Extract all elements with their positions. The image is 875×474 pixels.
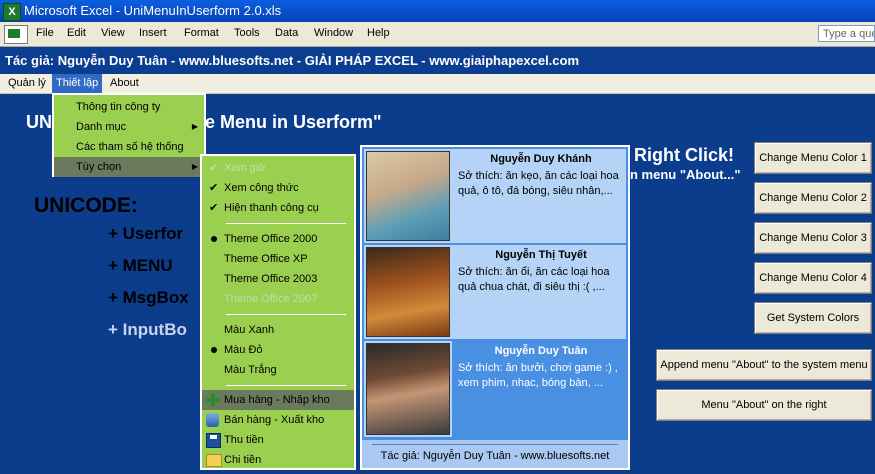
person-card-selected[interactable]: Nguyễn Duy Tuân Sở thích: ăn bưởi, chơi …: [364, 341, 626, 437]
excel-menubar: File Edit View Insert Format Tools Data …: [0, 22, 875, 47]
window-titlebar: X Microsoft Excel - UniMenuInUserform 2.…: [0, 0, 875, 22]
list-item-menu: + MENU: [108, 256, 173, 275]
change-color-1-button[interactable]: Change Menu Color 1: [754, 142, 872, 174]
author-bar: Tác giả: Nguyễn Duy Tuân - www.bluesofts…: [0, 47, 875, 77]
menu-item-catalog[interactable]: Danh mục ▶: [54, 117, 204, 137]
person-photo-tuan: [366, 343, 450, 435]
menu-item-xem-gio[interactable]: ✔ Xem giờ: [202, 158, 354, 178]
excel-app-icon[interactable]: X: [3, 3, 21, 21]
radio-dot-icon: [211, 347, 217, 353]
uf-menu-about[interactable]: About: [106, 74, 143, 93]
menu-item-theme-2000[interactable]: Theme Office 2000: [202, 229, 354, 249]
list-item-userform: + Userfor: [108, 224, 184, 243]
about-right-button[interactable]: Menu "About" on the right: [656, 389, 872, 421]
uf-menu-quanly[interactable]: Quản lý: [4, 74, 50, 93]
check-icon: ✔: [209, 202, 219, 214]
radio-dot-icon: [211, 236, 217, 242]
right-click-subtitle: n menu "About...": [630, 167, 741, 182]
person-hobby: Sở thích: ăn ổi, ăn các loại hoa quả chu…: [458, 266, 610, 293]
person-hobby: Sở thích: ăn bưởi, chơi game :) , xem ph…: [458, 362, 618, 389]
menu-separator: [226, 314, 346, 315]
menu-file[interactable]: File: [36, 27, 54, 39]
person-photo-tuyet: [366, 247, 450, 337]
menu-item-options[interactable]: Tùy chọn ▶: [54, 157, 204, 177]
submenu-arrow-icon: ▶: [191, 162, 198, 171]
database-icon: [206, 413, 219, 427]
menu-window[interactable]: Window: [314, 27, 353, 39]
menu-item-chi-tien[interactable]: Chi tiền: [202, 450, 354, 470]
menu-item-mau-trang[interactable]: Màu Trắng: [202, 360, 354, 380]
menu-help[interactable]: Help: [367, 27, 390, 39]
thietlap-dropdown: Thông tin công ty Danh mục ▶ Các tham số …: [52, 93, 206, 177]
change-color-2-button[interactable]: Change Menu Color 2: [754, 182, 872, 214]
get-system-colors-button[interactable]: Get System Colors: [754, 302, 872, 334]
menu-item-thu-tien[interactable]: Thu tiền: [202, 430, 354, 450]
append-about-button[interactable]: Append menu "About" to the system menu: [656, 349, 872, 381]
list-item-msgbox: + MsgBox: [108, 288, 189, 307]
check-icon: ✔: [209, 182, 219, 194]
userform-menubar: Quản lý Thiết lập About: [0, 74, 875, 94]
menu-view[interactable]: View: [101, 27, 125, 39]
menu-item-ban-hang[interactable]: Bán hàng - Xuất kho: [202, 410, 354, 430]
options-submenu: ✔ Xem giờ ✔ Xem công thức ✔ Hiện thanh công…: [200, 154, 356, 470]
menu-item-theme-2007[interactable]: Theme Office 2007: [202, 289, 354, 309]
person-hobby: Sở thích: ăn kẹo, ăn các loại hoa quả, ô…: [458, 170, 619, 197]
heading-right: e Menu in Userform": [205, 112, 382, 132]
person-card[interactable]: Nguyễn Thị Tuyết Sở thích: ăn ổi, ăn các…: [364, 245, 626, 339]
right-click-title: Right Click!: [634, 145, 735, 165]
menu-item-company-info[interactable]: Thông tin công ty: [54, 97, 204, 117]
workbook-icon[interactable]: [4, 25, 28, 44]
menu-edit[interactable]: Edit: [67, 27, 86, 39]
menu-format[interactable]: Format: [184, 27, 219, 39]
menu-tools[interactable]: Tools: [234, 27, 260, 39]
folder-icon: [206, 454, 222, 467]
person-photo-khanh: [366, 151, 450, 241]
uf-menu-thietlap[interactable]: Thiết lập: [52, 74, 103, 93]
menu-separator: [226, 385, 346, 386]
help-search-input[interactable]: Type a que: [818, 25, 875, 42]
list-item-inputbox: + InputBo: [108, 320, 187, 339]
save-icon: [206, 433, 221, 448]
unicode-label: UNICODE:: [34, 194, 138, 217]
author-text: Tác giả: Nguyễn Duy Tuân - www.bluesofts…: [5, 53, 580, 68]
menu-separator: [226, 223, 346, 224]
menu-item-system-params[interactable]: Các tham số hệ thống: [54, 137, 204, 157]
people-footer-text: Tác giả: Nguyễn Duy Tuân - www.bluesofts…: [380, 450, 610, 462]
people-panel: Nguyễn Duy Khánh Sở thích: ăn kẹo, ăn cá…: [360, 145, 630, 470]
person-name: Nguyễn Duy Khánh: [490, 153, 592, 165]
check-icon: ✔: [209, 162, 219, 174]
person-name: Nguyễn Duy Tuân: [494, 345, 588, 357]
person-card[interactable]: Nguyễn Duy Khánh Sở thích: ăn kẹo, ăn cá…: [364, 149, 626, 243]
menu-insert[interactable]: Insert: [139, 27, 167, 39]
submenu-arrow-icon: ▶: [191, 122, 198, 131]
menu-item-hien-thanh-cong-cu[interactable]: ✔ Hiện thanh công cụ: [202, 198, 354, 218]
menu-item-mau-do[interactable]: Màu Đỏ: [202, 340, 354, 360]
menu-item-xem-cong-thuc[interactable]: ✔ Xem công thức: [202, 178, 354, 198]
plus-icon: [205, 392, 221, 408]
heading-left: UN: [26, 112, 52, 132]
menu-item-mua-hang[interactable]: Mua hàng - Nhập kho: [202, 390, 354, 410]
menu-item-theme-xp[interactable]: Theme Office XP: [202, 249, 354, 269]
menu-item-theme-2003[interactable]: Theme Office 2003: [202, 269, 354, 289]
people-footer: Tác giả: Nguyễn Duy Tuân - www.bluesofts…: [362, 440, 628, 468]
person-name: Nguyễn Thị Tuyết: [495, 249, 587, 261]
change-color-3-button[interactable]: Change Menu Color 3: [754, 222, 872, 254]
menu-data[interactable]: Data: [275, 27, 298, 39]
menu-item-mau-xanh[interactable]: Màu Xanh: [202, 320, 354, 340]
window-title: Microsoft Excel - UniMenuInUserform 2.0.…: [24, 3, 282, 18]
change-color-4-button[interactable]: Change Menu Color 4: [754, 262, 872, 294]
